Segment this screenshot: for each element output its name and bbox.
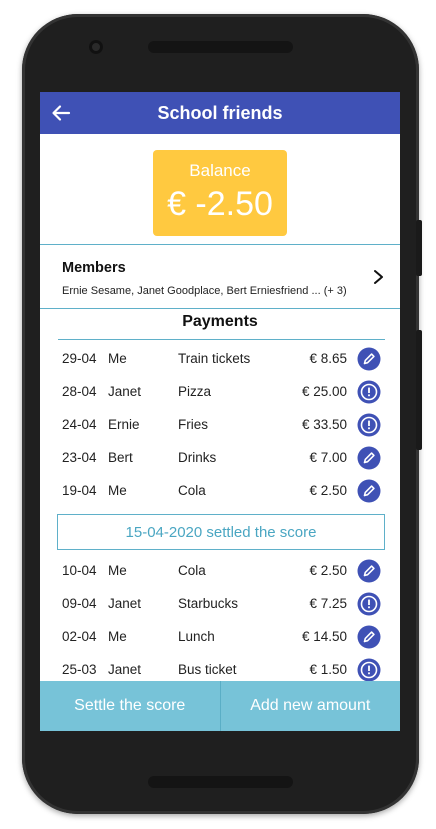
page-title: School friends: [157, 102, 283, 123]
members-title: Members: [62, 260, 126, 276]
edit-icon[interactable]: [357, 479, 381, 503]
chevron-right-icon: [374, 270, 383, 284]
payment-row[interactable]: 24-04 Ernie Fries € 33.50: [40, 412, 400, 438]
payment-row[interactable]: 02-04 Me Lunch € 14.50: [40, 624, 400, 650]
payment-description: Cola: [178, 563, 206, 578]
add-amount-button[interactable]: Add new amount: [221, 681, 401, 731]
payment-payer: Bert: [108, 450, 133, 465]
payment-payer: Me: [108, 629, 127, 644]
info-icon[interactable]: [357, 592, 381, 616]
balance-label: Balance: [189, 161, 251, 180]
payment-date: 29-04: [62, 351, 97, 366]
info-icon[interactable]: [357, 658, 381, 682]
payment-date: 19-04: [62, 483, 97, 498]
payment-amount: € 14.50: [301, 629, 347, 644]
payment-description: Lunch: [178, 629, 215, 644]
payment-row[interactable]: 10-04 Me Cola € 2.50: [40, 558, 400, 584]
payment-date: 09-04: [62, 596, 97, 611]
payments-title: Payments: [182, 313, 258, 330]
payment-row[interactable]: 28-04 Janet Pizza € 25.00: [40, 379, 400, 405]
payment-amount: € 7.25: [309, 596, 347, 611]
settle-score-button[interactable]: Settle the score: [40, 681, 221, 731]
payment-row[interactable]: 29-04 Me Train tickets € 8.65: [40, 346, 400, 372]
payment-amount: € 2.50: [309, 563, 347, 578]
earpiece-speaker: [148, 41, 293, 53]
front-camera: [89, 40, 103, 54]
payment-date: 10-04: [62, 563, 97, 578]
payment-amount: € 33.50: [301, 417, 347, 432]
info-icon[interactable]: [357, 413, 381, 437]
edit-icon[interactable]: [357, 446, 381, 470]
payment-payer: Me: [108, 563, 127, 578]
info-icon[interactable]: [357, 380, 381, 404]
payment-amount: € 8.65: [309, 351, 347, 366]
payment-description: Pizza: [178, 384, 212, 399]
bottom-action-bar: Settle the score Add new amount: [40, 681, 400, 731]
back-button[interactable]: [49, 101, 73, 125]
payment-date: 24-04: [62, 417, 97, 432]
payment-description: Drinks: [178, 450, 217, 465]
payment-description: Cola: [178, 483, 206, 498]
edit-icon[interactable]: [357, 559, 381, 583]
payment-row[interactable]: 09-04 Janet Starbucks € 7.25: [40, 591, 400, 617]
payment-amount: € 1.50: [309, 662, 347, 677]
payment-amount: € 25.00: [301, 384, 347, 399]
payment-date: 25-03: [62, 662, 97, 677]
power-button: [416, 220, 422, 276]
payment-row[interactable]: 25-03 Janet Bus ticket € 1.50: [40, 657, 400, 683]
bottom-speaker: [148, 776, 293, 788]
payment-description: Train tickets: [178, 351, 251, 366]
app-bar: School friends: [40, 92, 400, 134]
balance-value: € -2.50: [167, 185, 273, 223]
edit-icon[interactable]: [357, 347, 381, 371]
members-names: Ernie Sesame, Janet Goodplace, Bert Erni…: [62, 285, 347, 297]
payment-amount: € 7.00: [309, 450, 347, 465]
payment-payer: Ernie: [108, 417, 140, 432]
payment-date: 02-04: [62, 629, 97, 644]
payment-row[interactable]: 19-04 Me Cola € 2.50: [40, 478, 400, 504]
payment-description: Starbucks: [178, 596, 239, 611]
payment-row[interactable]: 23-04 Bert Drinks € 7.00: [40, 445, 400, 471]
payment-payer: Janet: [108, 596, 142, 611]
payment-amount: € 2.50: [309, 483, 347, 498]
payment-description: Fries: [178, 417, 208, 432]
payment-description: Bus ticket: [178, 662, 237, 677]
payment-payer: Me: [108, 351, 127, 366]
payment-payer: Janet: [108, 662, 142, 677]
app-screen: School friends Balance € -2.50 Members E…: [40, 92, 400, 731]
members-section[interactable]: Members Ernie Sesame, Janet Goodplace, B…: [40, 244, 400, 309]
settled-banner: 15-04-2020 settled the score: [57, 514, 385, 550]
payment-date: 28-04: [62, 384, 97, 399]
payment-date: 23-04: [62, 450, 97, 465]
payment-payer: Me: [108, 483, 127, 498]
balance-card: Balance € -2.50: [153, 150, 287, 236]
payment-payer: Janet: [108, 384, 142, 399]
payments-divider: [58, 339, 385, 340]
volume-button: [416, 330, 422, 450]
back-arrow-icon: [52, 105, 71, 121]
edit-icon[interactable]: [357, 625, 381, 649]
